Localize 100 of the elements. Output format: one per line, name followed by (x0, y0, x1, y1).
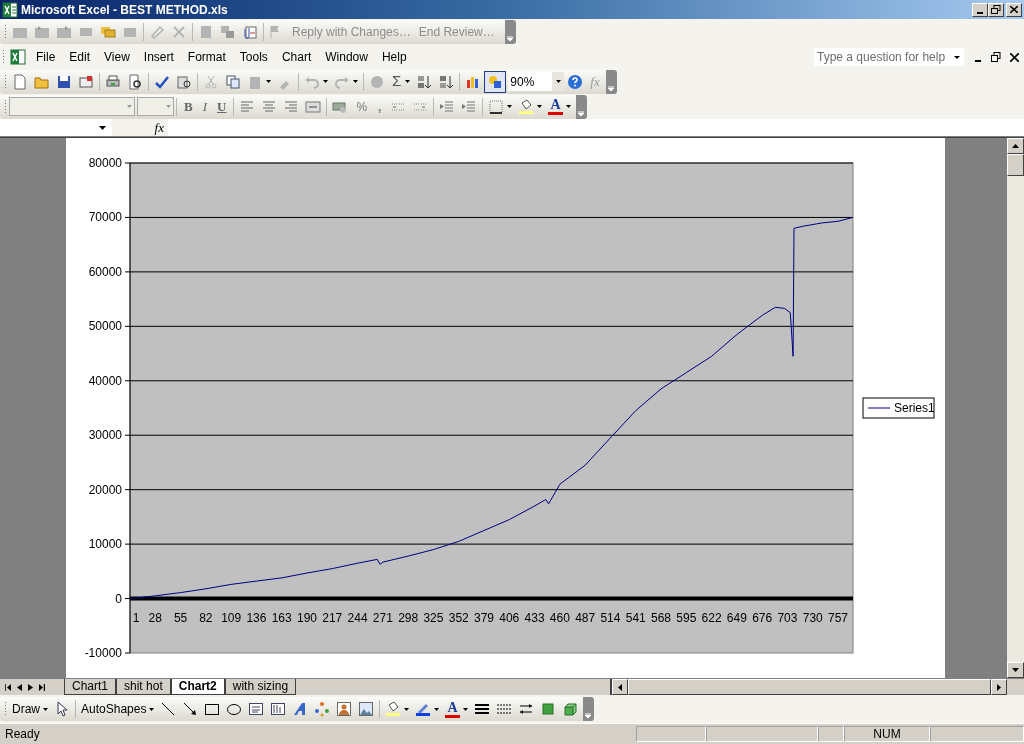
menu-item[interactable]: Help (374, 48, 414, 66)
underline-button[interactable]: U (212, 96, 232, 117)
print-icon[interactable] (105, 73, 121, 90)
spreadsheet-icon[interactable] (10, 49, 26, 65)
help-icon[interactable] (567, 73, 584, 90)
menu-item[interactable]: Format (180, 48, 233, 66)
restore-icon[interactable] (991, 52, 1001, 62)
menu-item[interactable]: Chart (274, 48, 319, 66)
picture-icon[interactable] (358, 701, 375, 717)
grip-handle[interactable] (4, 24, 7, 40)
caret-icon[interactable] (462, 707, 468, 711)
menu-item[interactable]: Edit (62, 48, 98, 66)
next-sheet-icon[interactable] (28, 683, 33, 691)
caret-icon[interactable] (266, 80, 271, 83)
drawing-toggle-button[interactable] (484, 70, 507, 93)
last-sheet-icon[interactable] (39, 683, 45, 691)
caret-icon[interactable] (353, 80, 358, 83)
axis-tick-label: 28 (148, 610, 162, 625)
grip-handle[interactable] (4, 701, 7, 717)
sort-descending-icon[interactable] (438, 73, 455, 90)
copy-icon[interactable] (225, 73, 241, 90)
toolbar-options-button[interactable] (504, 20, 516, 44)
person-icon[interactable] (336, 701, 353, 717)
caret-icon[interactable] (434, 707, 440, 711)
vertical-scrollbar[interactable] (1007, 138, 1024, 678)
borders-icon[interactable] (488, 98, 505, 115)
pointer-icon[interactable] (54, 701, 70, 717)
diagram-icon[interactable] (314, 701, 331, 717)
font-size-field[interactable] (137, 97, 174, 116)
print-preview-icon[interactable] (127, 73, 143, 90)
grip-handle[interactable] (2, 49, 5, 65)
scroll-down-button[interactable] (1007, 662, 1024, 678)
decrease-indent-icon[interactable] (439, 98, 456, 115)
toolbar-options-button[interactable] (582, 697, 594, 721)
first-sheet-icon[interactable] (5, 683, 11, 691)
line-color-icon[interactable] (415, 701, 432, 717)
scroll-left-button[interactable] (612, 679, 628, 695)
autoshapes-menu-button[interactable]: AutoShapes (78, 700, 150, 718)
sheet-tab[interactable]: with sizing (224, 679, 297, 695)
menu-item[interactable]: File (29, 48, 63, 66)
italic-button[interactable]: I (197, 96, 212, 117)
close-icon[interactable] (1010, 52, 1019, 62)
permission-icon[interactable] (78, 73, 94, 90)
sheet-tab[interactable]: Chart2 (170, 679, 225, 695)
help-search-field[interactable]: Type a question for help (814, 48, 964, 66)
caret-icon[interactable] (149, 707, 155, 711)
line-style-icon[interactable] (473, 701, 490, 717)
caret-icon[interactable] (404, 707, 410, 711)
arrow-icon[interactable] (182, 701, 199, 717)
text-box-icon[interactable] (248, 701, 265, 717)
percent-button[interactable]: % (351, 97, 373, 116)
comma-button[interactable]: , (372, 97, 388, 116)
previous-sheet-icon[interactable] (17, 683, 22, 691)
cube-icon[interactable] (561, 701, 578, 717)
zoom-field[interactable]: 90% (508, 72, 565, 91)
menu-item[interactable]: Insert (136, 48, 181, 66)
menu-item[interactable]: Tools (232, 48, 275, 66)
caret-icon[interactable] (507, 105, 513, 108)
clipboard-icon[interactable] (198, 24, 214, 40)
draw-menu-button[interactable]: Draw (9, 700, 43, 718)
caret-icon[interactable] (537, 105, 543, 108)
scroll-thumb[interactable] (1007, 154, 1024, 176)
bold-button[interactable]: B (179, 96, 198, 117)
rectangle-icon[interactable] (204, 701, 221, 717)
arrow-style-icon[interactable] (517, 701, 534, 717)
research-icon[interactable] (176, 73, 192, 90)
menu-item[interactable]: View (97, 48, 137, 66)
scroll-right-button[interactable] (991, 679, 1007, 695)
fill-color-icon[interactable] (385, 701, 402, 717)
dash-style-icon[interactable] (495, 701, 512, 717)
caret-icon[interactable] (323, 80, 328, 83)
shadow-icon[interactable] (539, 701, 556, 717)
close-button[interactable] (1006, 2, 1022, 17)
windows-icon[interactable] (220, 24, 236, 40)
oval-icon[interactable] (226, 701, 243, 717)
merge-cells-icon[interactable] (305, 98, 322, 115)
attachment-icon[interactable] (242, 24, 258, 40)
fill-color-icon[interactable] (518, 98, 535, 115)
sort-ascending-icon[interactable] (416, 73, 433, 90)
caret-icon[interactable] (43, 707, 48, 711)
toolbar-options-button[interactable] (605, 69, 617, 94)
axis-tick-label: 325 (423, 610, 444, 625)
caret-icon[interactable] (405, 80, 411, 83)
new-document-icon[interactable] (12, 73, 28, 90)
scroll-up-button[interactable] (1007, 138, 1024, 154)
vertical-text-box-icon[interactable] (270, 701, 287, 717)
font-color-button[interactable]: A (548, 98, 563, 115)
minimize-button[interactable] (972, 2, 988, 17)
menu-item[interactable]: Window (318, 48, 375, 66)
sheet-tab[interactable]: Chart1 (64, 679, 117, 695)
font-color-button[interactable]: A (445, 700, 460, 718)
caret-icon[interactable] (565, 105, 571, 108)
line-icon[interactable] (160, 701, 177, 717)
save-icon[interactable] (56, 73, 72, 90)
autosum-button[interactable]: Σ (388, 70, 406, 93)
increase-indent-icon[interactable] (461, 98, 478, 115)
chevron-icon (507, 36, 514, 41)
font-name-field[interactable] (9, 97, 135, 116)
sheet-tab[interactable]: shit hot (116, 679, 171, 695)
restore-button[interactable] (988, 2, 1004, 17)
